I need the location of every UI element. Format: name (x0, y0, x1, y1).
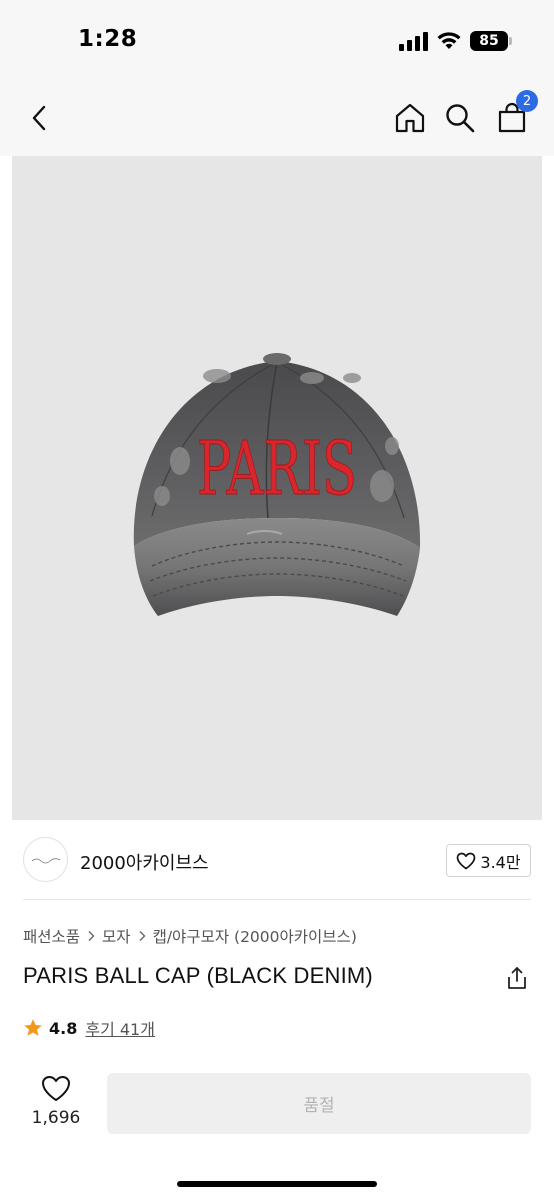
chevron-right-icon (139, 931, 146, 941)
chevron-right-icon (88, 931, 95, 941)
status-bar: 1:28 85 (0, 0, 554, 80)
search-icon (446, 104, 475, 133)
cap-illustration: PARIS (133, 353, 421, 616)
breadcrumb-item[interactable]: 모자 (102, 925, 131, 947)
back-button[interactable] (22, 100, 58, 136)
wishlist-count: 1,696 (31, 1108, 81, 1128)
product-image[interactable]: PARIS (12, 156, 542, 820)
home-icon (395, 103, 425, 133)
brand-like-button[interactable]: 3.4만 (446, 844, 531, 877)
reviews-link[interactable]: 후기 41개 (85, 1016, 155, 1040)
heart-icon (457, 852, 476, 869)
battery-icon: 85 (470, 31, 512, 51)
brand-like-count: 3.4만 (480, 852, 521, 872)
top-nav-bar: 2 (0, 80, 554, 156)
breadcrumb: 패션소품 모자 캡/야구모자 (2000아카이브스) (23, 925, 357, 947)
rating-row: 4.8 후기 41개 (23, 1016, 155, 1040)
divider (23, 899, 531, 900)
status-time: 1:28 (78, 26, 138, 52)
home-indicator (177, 1181, 377, 1187)
search-button[interactable] (442, 100, 478, 136)
signal-icon (399, 31, 428, 51)
heart-icon (42, 1076, 70, 1101)
cart-button[interactable]: 2 (494, 90, 538, 136)
brand-row[interactable]: 2000아카이브스 3.4만 (0, 821, 554, 899)
share-button[interactable] (504, 965, 530, 991)
breadcrumb-item[interactable]: 캡/야구모자 (2000아카이브스) (153, 925, 357, 947)
share-icon (508, 967, 526, 989)
brand-name[interactable]: 2000아카이브스 (80, 849, 209, 875)
home-button[interactable] (392, 100, 428, 136)
battery-level: 85 (479, 33, 499, 49)
brand-logo-mark (31, 857, 60, 863)
product-title: PARIS BALL CAP (BLACK DENIM) (23, 963, 373, 988)
status-icons: 85 (399, 30, 512, 52)
wifi-icon (437, 32, 461, 49)
soldout-button[interactable]: 품절 (107, 1073, 531, 1134)
rating-value: 4.8 (49, 1018, 78, 1038)
bottom-action-bar: 1,696 품절 (0, 1060, 554, 1200)
brand-logo (23, 837, 68, 882)
breadcrumb-item[interactable]: 패션소품 (23, 925, 80, 947)
wishlist-button[interactable]: 1,696 (28, 1075, 84, 1135)
back-arrow-icon (32, 105, 46, 131)
cap-embroidery-text: PARIS (197, 426, 357, 512)
star-icon (24, 1019, 42, 1036)
cart-count-badge: 2 (516, 90, 538, 112)
